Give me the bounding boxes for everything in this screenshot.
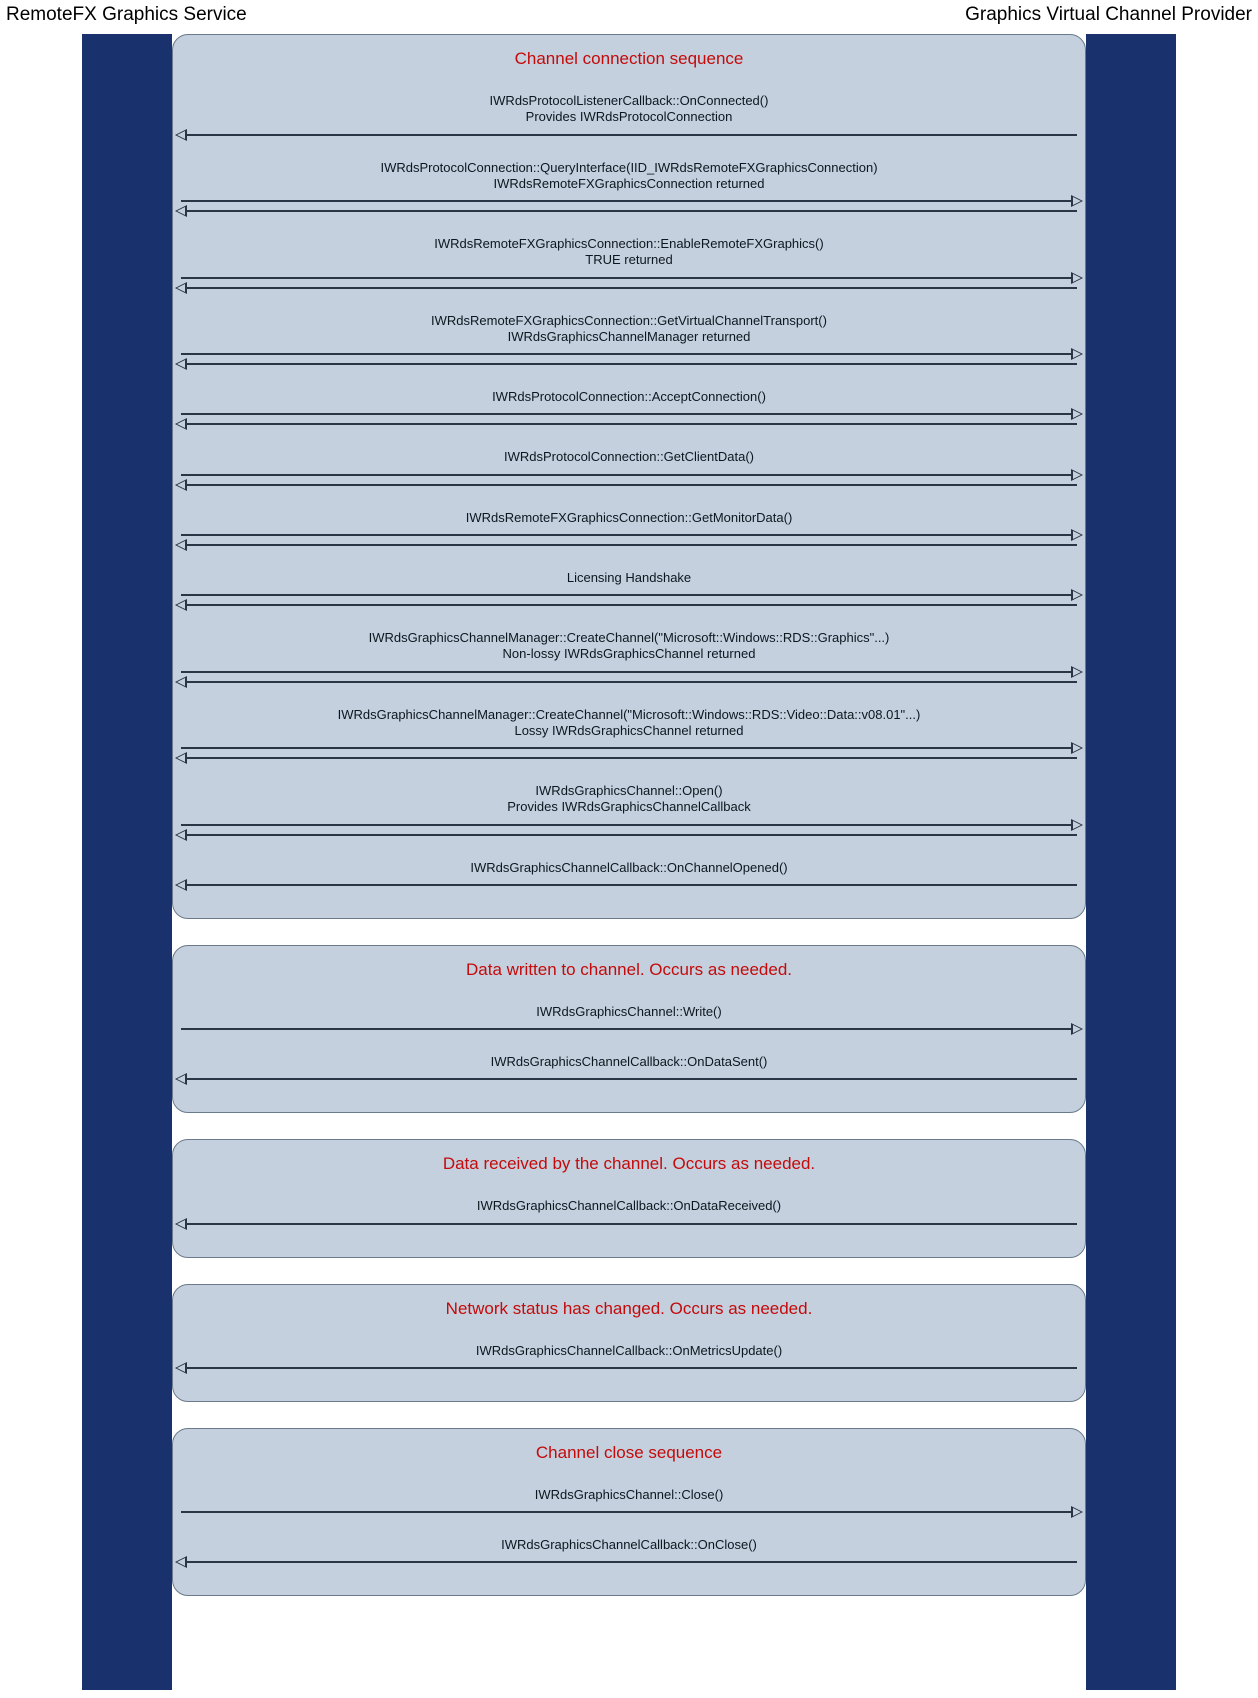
message-text: IWRdsRemoteFXGraphicsConnection::EnableR… xyxy=(173,230,1085,273)
sequence-message: IWRdsGraphicsChannel::Open() Provides IW… xyxy=(173,777,1085,840)
sequence-message: IWRdsGraphicsChannelCallback::OnDataRece… xyxy=(173,1192,1085,1228)
group-title: Channel connection sequence xyxy=(173,45,1085,87)
arrow-right-icon xyxy=(173,590,1085,600)
message-text: IWRdsGraphicsChannel::Write() xyxy=(173,998,1085,1024)
message-text: IWRdsGraphicsChannelManager::CreateChann… xyxy=(173,701,1085,744)
arrow-right-icon xyxy=(173,409,1085,419)
arrow-left-icon xyxy=(173,830,1085,840)
message-text: IWRdsGraphicsChannelCallback::OnDataSent… xyxy=(173,1048,1085,1074)
arrow-right-icon xyxy=(173,667,1085,677)
arrow-right-icon xyxy=(173,743,1085,753)
sequence-message: IWRdsProtocolConnection::QueryInterface(… xyxy=(173,154,1085,217)
sequence-message: IWRdsGraphicsChannelCallback::OnClose() xyxy=(173,1531,1085,1567)
arrow-right-icon xyxy=(173,273,1085,283)
sequence-message: IWRdsGraphicsChannelManager::CreateChann… xyxy=(173,624,1085,687)
message-text: IWRdsGraphicsChannelManager::CreateChann… xyxy=(173,624,1085,667)
arrow-left-icon xyxy=(173,1074,1085,1084)
message-text: IWRdsProtocolConnection::GetClientData() xyxy=(173,443,1085,469)
sequence-message: IWRdsProtocolListenerCallback::OnConnect… xyxy=(173,87,1085,140)
arrow-left-icon xyxy=(173,359,1085,369)
arrow-right-icon xyxy=(173,1507,1085,1517)
message-text: IWRdsProtocolListenerCallback::OnConnect… xyxy=(173,87,1085,130)
message-text: IWRdsGraphicsChannelCallback::OnClose() xyxy=(173,1531,1085,1557)
arrow-right-icon xyxy=(173,820,1085,830)
sequence-message: IWRdsGraphicsChannelCallback::OnMetricsU… xyxy=(173,1337,1085,1373)
sequence-message: IWRdsGraphicsChannel::Write() xyxy=(173,998,1085,1034)
message-text: IWRdsGraphicsChannel::Close() xyxy=(173,1481,1085,1507)
arrow-right-icon xyxy=(173,530,1085,540)
message-text: IWRdsGraphicsChannelCallback::OnDataRece… xyxy=(173,1192,1085,1218)
sequence-diagram: RemoteFX Graphics Service Graphics Virtu… xyxy=(0,0,1258,1698)
message-text: IWRdsProtocolConnection::QueryInterface(… xyxy=(173,154,1085,197)
arrow-right-icon xyxy=(173,349,1085,359)
message-text: IWRdsGraphicsChannelCallback::OnMetricsU… xyxy=(173,1337,1085,1363)
sequence-group: Data written to channel. Occurs as neede… xyxy=(172,945,1086,1114)
message-text: IWRdsGraphicsChannelCallback::OnChannelO… xyxy=(173,854,1085,880)
sequence-group: Channel connection sequenceIWRdsProtocol… xyxy=(172,34,1086,919)
sequence-group: Data received by the channel. Occurs as … xyxy=(172,1139,1086,1257)
arrow-left-icon xyxy=(173,540,1085,550)
arrow-left-icon xyxy=(173,677,1085,687)
arrow-left-icon xyxy=(173,206,1085,216)
group-title: Data received by the channel. Occurs as … xyxy=(173,1150,1085,1192)
sequence-message: IWRdsProtocolConnection::AcceptConnectio… xyxy=(173,383,1085,429)
sequence-message: IWRdsGraphicsChannelManager::CreateChann… xyxy=(173,701,1085,764)
message-text: IWRdsRemoteFXGraphicsConnection::GetMoni… xyxy=(173,504,1085,530)
sequence-message: IWRdsRemoteFXGraphicsConnection::GetVirt… xyxy=(173,307,1085,370)
lifeline-right xyxy=(1086,34,1176,1690)
sequence-message: IWRdsGraphicsChannel::Close() xyxy=(173,1481,1085,1517)
arrow-left-icon xyxy=(173,480,1085,490)
arrow-left-icon xyxy=(173,283,1085,293)
message-lane: Channel connection sequenceIWRdsProtocol… xyxy=(172,34,1086,1690)
arrow-left-icon xyxy=(173,1557,1085,1567)
arrow-left-icon xyxy=(173,1219,1085,1229)
arrow-left-icon xyxy=(173,753,1085,763)
actor-label-left: RemoteFX Graphics Service xyxy=(6,4,247,26)
arrow-left-icon xyxy=(173,880,1085,890)
group-title: Channel close sequence xyxy=(173,1439,1085,1481)
arrow-left-icon xyxy=(173,130,1085,140)
sequence-message: IWRdsGraphicsChannelCallback::OnChannelO… xyxy=(173,854,1085,890)
sequence-message: Licensing Handshake xyxy=(173,564,1085,610)
message-text: Licensing Handshake xyxy=(173,564,1085,590)
sequence-message: IWRdsProtocolConnection::GetClientData() xyxy=(173,443,1085,489)
sequence-message: IWRdsGraphicsChannelCallback::OnDataSent… xyxy=(173,1048,1085,1084)
message-text: IWRdsRemoteFXGraphicsConnection::GetVirt… xyxy=(173,307,1085,350)
actor-label-right: Graphics Virtual Channel Provider xyxy=(965,4,1252,26)
message-text: IWRdsProtocolConnection::AcceptConnectio… xyxy=(173,383,1085,409)
group-title: Data written to channel. Occurs as neede… xyxy=(173,956,1085,998)
group-title: Network status has changed. Occurs as ne… xyxy=(173,1295,1085,1337)
arrow-left-icon xyxy=(173,600,1085,610)
arrow-right-icon xyxy=(173,1024,1085,1034)
arrow-right-icon xyxy=(173,470,1085,480)
sequence-message: IWRdsRemoteFXGraphicsConnection::EnableR… xyxy=(173,230,1085,293)
arrow-left-icon xyxy=(173,1363,1085,1373)
lifeline-left xyxy=(82,34,172,1690)
arrow-right-icon xyxy=(173,196,1085,206)
message-text: IWRdsGraphicsChannel::Open() Provides IW… xyxy=(173,777,1085,820)
sequence-message: IWRdsRemoteFXGraphicsConnection::GetMoni… xyxy=(173,504,1085,550)
sequence-group: Network status has changed. Occurs as ne… xyxy=(172,1284,1086,1402)
arrow-left-icon xyxy=(173,419,1085,429)
sequence-group: Channel close sequenceIWRdsGraphicsChann… xyxy=(172,1428,1086,1597)
